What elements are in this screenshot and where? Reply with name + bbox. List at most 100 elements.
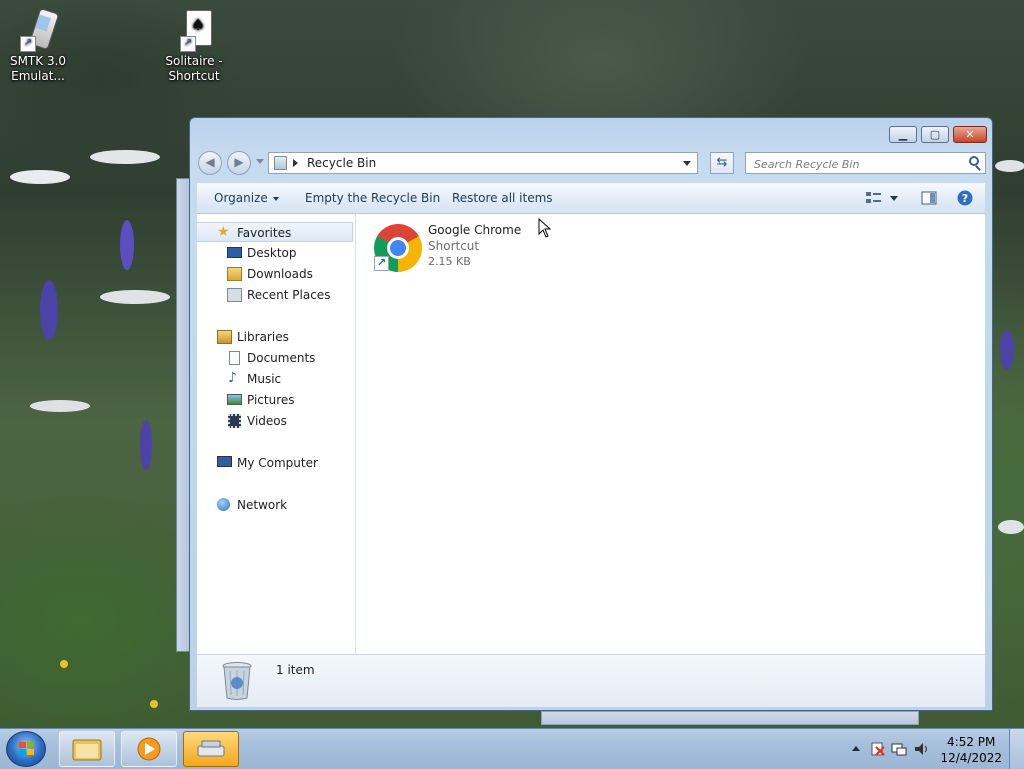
show-desktop-button[interactable] xyxy=(1009,729,1024,769)
show-hidden-icons-icon[interactable] xyxy=(852,746,860,751)
documents-icon xyxy=(229,351,240,365)
desktop-icon-label: Emulat... xyxy=(11,69,65,83)
nav-downloads[interactable]: Downloads xyxy=(197,264,353,284)
start-button[interactable] xyxy=(6,731,46,767)
chevron-down-icon xyxy=(272,196,279,201)
nav-label: Music xyxy=(247,372,282,386)
nav-my-computer[interactable]: My Computer xyxy=(197,453,353,473)
navigation-pane[interactable]: ★ Favorites Desktop Downloads Recent Pla… xyxy=(197,214,356,654)
network-icon[interactable] xyxy=(891,741,907,757)
search-input[interactable] xyxy=(752,155,956,173)
nav-libraries[interactable]: Libraries xyxy=(197,327,353,347)
desktop-icon-label: Solitaire - xyxy=(165,54,223,68)
pictures-icon xyxy=(227,394,242,405)
nav-favorites[interactable]: ★ Favorites xyxy=(197,222,353,242)
nav-pictures[interactable]: Pictures xyxy=(197,390,353,410)
maximize-icon: ▢ xyxy=(929,128,941,141)
preview-pane-button[interactable] xyxy=(921,190,937,209)
nav-label: Desktop xyxy=(247,246,297,260)
phone-emulator-icon: ↗ xyxy=(18,7,60,52)
desktop-icon-solitaire[interactable]: ♠ ↗ Solitaire - Shortcut xyxy=(156,8,232,84)
volume-icon[interactable] xyxy=(913,741,929,757)
taskbar-media-player-button[interactable] xyxy=(121,731,177,767)
mouse-cursor-icon xyxy=(538,217,552,241)
file-list-pane[interactable]: ↗ Google Chrome Shortcut 2.15 KB xyxy=(356,214,985,654)
item-count: 1 item xyxy=(276,663,315,677)
taskbar-explorer-button[interactable] xyxy=(59,731,115,767)
clock-date: 12/4/2022 xyxy=(940,751,1002,765)
film-strip-icon xyxy=(228,414,241,428)
taskbar-recycle-bin-window-button[interactable] xyxy=(183,731,239,767)
details-pane: 1 item xyxy=(197,654,985,707)
back-arrow-icon: ◀ xyxy=(205,155,215,169)
nav-label: My Computer xyxy=(237,456,318,470)
search-icon[interactable] xyxy=(969,156,979,166)
file-item-google-chrome[interactable]: ↗ Google Chrome Shortcut 2.15 KB xyxy=(372,220,552,274)
address-bar[interactable]: Recycle Bin xyxy=(268,152,698,174)
view-options-icon xyxy=(866,192,898,203)
title-bar[interactable]: ▁ ▢ ✕ xyxy=(190,118,992,146)
taskbar: 4:52 PM 12/4/2022 xyxy=(0,728,1024,769)
nav-documents[interactable]: Documents xyxy=(197,348,353,368)
organize-label: Organize xyxy=(214,191,268,205)
nav-label: Downloads xyxy=(247,267,313,281)
breadcrumb-separator-icon[interactable] xyxy=(293,159,298,167)
breadcrumb-recycle-bin[interactable]: Recycle Bin xyxy=(307,156,376,170)
background-window-bottom-edge[interactable] xyxy=(541,711,919,725)
nav-label: Libraries xyxy=(237,330,289,344)
organize-button[interactable]: Organize xyxy=(214,191,279,205)
nav-label: Network xyxy=(237,498,288,512)
desktop-icon-label: SMTK 3.0 xyxy=(9,54,67,68)
maximize-button[interactable]: ▢ xyxy=(921,126,949,143)
search-box[interactable] xyxy=(745,152,986,174)
help-button[interactable]: ? xyxy=(957,190,973,209)
solitaire-card-icon: ♠ ↗ xyxy=(174,8,214,52)
recycle-bin-icon xyxy=(221,661,252,701)
help-icon: ? xyxy=(957,190,973,206)
windows-logo-icon xyxy=(19,742,35,756)
clock-time: 4:52 PM xyxy=(947,735,996,749)
desktop-icon xyxy=(227,247,242,258)
minimize-icon: ▁ xyxy=(898,128,908,141)
action-center-flag-icon[interactable] xyxy=(870,741,886,757)
content-area: ★ Favorites Desktop Downloads Recent Pla… xyxy=(197,214,985,654)
empty-recycle-bin-button[interactable]: Empty the Recycle Bin xyxy=(305,191,440,205)
refresh-button[interactable]: ⇆ xyxy=(710,152,734,174)
desktop-icon-smtk[interactable]: ↗ SMTK 3.0 Emulat... xyxy=(0,7,76,84)
nav-music[interactable]: ♪ Music xyxy=(197,369,353,389)
network-globe-icon xyxy=(217,498,230,511)
star-icon: ★ xyxy=(217,224,230,240)
desktop-icon-label: Shortcut xyxy=(168,69,220,83)
address-dropdown-icon[interactable] xyxy=(683,161,691,166)
command-bar: Organize Empty the Recycle Bin Restore a… xyxy=(197,183,985,214)
refresh-icon: ⇆ xyxy=(716,155,728,170)
clock[interactable]: 4:52 PM 12/4/2022 xyxy=(940,734,1002,766)
back-button[interactable]: ◀ xyxy=(198,151,222,175)
recycle-bin-small-icon xyxy=(274,156,287,170)
forward-button[interactable]: ▶ xyxy=(227,151,251,175)
system-tray: 4:52 PM 12/4/2022 xyxy=(834,729,1024,769)
nav-label: Pictures xyxy=(247,393,295,407)
drive-icon xyxy=(197,740,225,757)
nav-videos[interactable]: Videos xyxy=(197,411,353,431)
nav-network[interactable]: Network xyxy=(197,495,353,515)
file-size: 2.15 KB xyxy=(428,255,471,268)
recent-places-icon xyxy=(227,288,242,302)
computer-icon xyxy=(217,456,232,467)
nav-desktop[interactable]: Desktop xyxy=(197,243,353,263)
forward-arrow-icon: ▶ xyxy=(234,155,244,169)
nav-label: Documents xyxy=(247,351,316,365)
media-player-icon xyxy=(137,737,161,761)
shortcut-arrow-icon: ↗ xyxy=(374,256,389,271)
change-view-button[interactable] xyxy=(865,190,899,209)
explorer-window[interactable]: ▁ ▢ ✕ ◀ ▶ Recycle Bin ⇆ Organize Empty t… xyxy=(189,117,993,711)
close-button[interactable]: ✕ xyxy=(953,126,987,143)
nav-label: Recent Places xyxy=(247,288,331,302)
file-name: Google Chrome xyxy=(428,223,522,237)
minimize-button[interactable]: ▁ xyxy=(889,126,917,143)
nav-recent-places[interactable]: Recent Places xyxy=(197,285,353,305)
close-icon: ✕ xyxy=(965,128,975,141)
recent-pages-dropdown[interactable] xyxy=(256,159,264,164)
svg-text:?: ? xyxy=(962,192,968,205)
restore-all-items-button[interactable]: Restore all items xyxy=(452,191,553,205)
